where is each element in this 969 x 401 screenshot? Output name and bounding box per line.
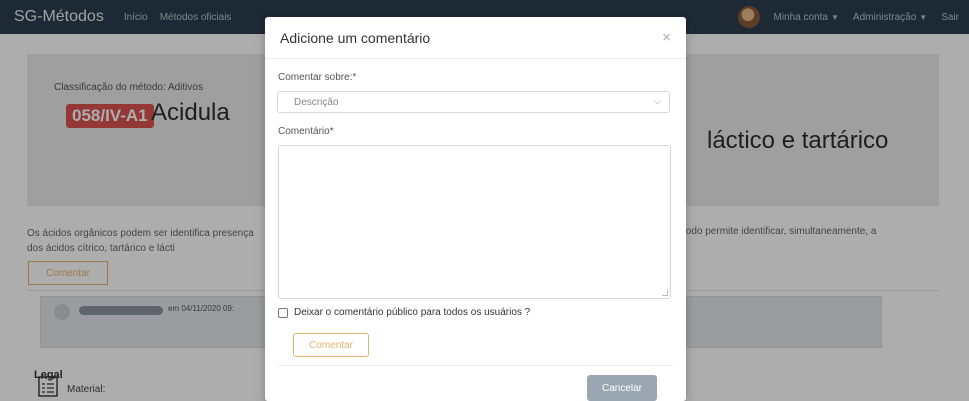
add-comment-modal: Adicione um comentário × Comentar sobre:… [265, 17, 686, 401]
cancel-button[interactable]: Cancelar [587, 375, 657, 401]
public-comment-row: Deixar o comentário público para todos o… [278, 307, 530, 318]
close-icon[interactable]: × [662, 29, 671, 46]
comment-label: Comentário* [278, 126, 334, 137]
public-comment-checkbox[interactable] [278, 307, 288, 318]
chevron-down-icon: ⌵ [654, 96, 661, 106]
subject-label: Comentar sobre:* [278, 72, 357, 83]
subject-selected-value: Descrição [294, 96, 339, 108]
public-comment-label[interactable]: Deixar o comentário público para todos o… [294, 307, 530, 318]
modal-body: Comentar sobre:* Descrição ⌵ Comentário*… [265, 60, 686, 366]
modal-footer-divider [278, 365, 673, 366]
comment-textarea[interactable] [278, 145, 671, 299]
submit-comment-button[interactable]: Comentar [293, 333, 369, 357]
subject-select[interactable]: Descrição ⌵ [277, 91, 670, 113]
modal-title: Adicione um comentário [280, 29, 431, 46]
modal-header: Adicione um comentário × [265, 17, 686, 59]
resize-handle-icon[interactable] [662, 290, 668, 296]
